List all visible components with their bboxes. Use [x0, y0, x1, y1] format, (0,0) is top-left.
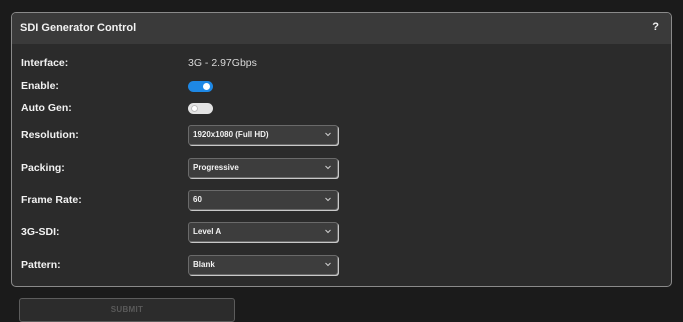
enable-row: Enable: [21, 78, 671, 96]
toggle-knob [203, 83, 210, 90]
pattern-select[interactable]: Blank [188, 255, 338, 275]
packing-row: Packing: Progressive [21, 158, 671, 178]
chevron-down-icon [325, 262, 331, 267]
pattern-select-value: Blank [193, 260, 215, 269]
packing-select-value: Progressive [193, 163, 239, 172]
frame-rate-select[interactable]: 60 [188, 190, 338, 210]
pattern-row: Pattern: Blank [21, 255, 671, 275]
help-icon[interactable]: ? [652, 21, 659, 33]
resolution-select-value: 1920x1080 (Full HD) [193, 130, 269, 139]
sdi-level-label: 3G-SDI: [21, 226, 60, 238]
frame-rate-label: Frame Rate: [21, 194, 82, 206]
enable-label: Enable: [21, 80, 59, 92]
frame-rate-row: Frame Rate: 60 [21, 190, 671, 210]
toggle-knob [191, 105, 198, 112]
enable-toggle[interactable] [188, 81, 213, 92]
auto-gen-toggle[interactable] [188, 103, 213, 114]
chevron-down-icon [325, 165, 331, 170]
submit-button[interactable]: SUBMIT [19, 298, 235, 322]
packing-label: Packing: [21, 162, 65, 174]
auto-gen-row: Auto Gen: [21, 100, 671, 118]
sdi-level-select[interactable]: Level A [188, 222, 338, 242]
interface-value: 3G - 2.97Gbps [188, 57, 257, 69]
chevron-down-icon [325, 229, 331, 234]
panel-header: SDI Generator Control ? [12, 13, 671, 44]
resolution-row: Resolution: 1920x1080 (Full HD) [21, 125, 671, 145]
packing-select[interactable]: Progressive [188, 158, 338, 178]
resolution-select[interactable]: 1920x1080 (Full HD) [188, 125, 338, 145]
resolution-label: Resolution: [21, 129, 79, 141]
interface-row: Interface: 3G - 2.97Gbps [21, 55, 671, 73]
panel-title: SDI Generator Control [20, 22, 137, 34]
pattern-label: Pattern: [21, 259, 61, 271]
chevron-down-icon [325, 197, 331, 202]
auto-gen-label: Auto Gen: [21, 102, 72, 114]
interface-label: Interface: [21, 57, 69, 69]
sdi-generator-panel: SDI Generator Control ? Interface: 3G - … [11, 12, 672, 287]
chevron-down-icon [325, 132, 331, 137]
sdi-level-row: 3G-SDI: Level A [21, 222, 671, 242]
sdi-level-select-value: Level A [193, 227, 222, 236]
frame-rate-select-value: 60 [193, 195, 202, 204]
